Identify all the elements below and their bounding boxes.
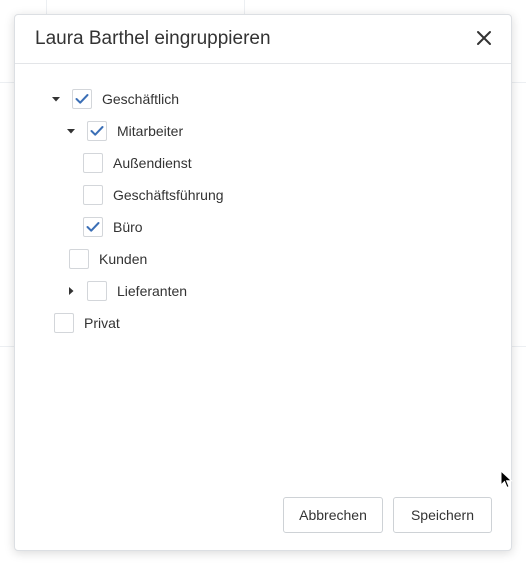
tree-item-label: Geschäftsführung (113, 187, 224, 203)
tree-item-kunden: Kunden (69, 248, 147, 270)
close-button[interactable] (473, 27, 495, 49)
caret-down-icon[interactable] (51, 94, 61, 104)
close-icon (477, 31, 491, 45)
checkmark-icon (86, 222, 100, 232)
checkbox[interactable] (83, 185, 103, 205)
checkbox[interactable] (72, 89, 92, 109)
caret-right-icon[interactable] (66, 286, 76, 296)
caret-down-icon[interactable] (66, 126, 76, 136)
tree-item-geschaeftsfuehrung: Geschäftsführung (83, 184, 224, 206)
tree-item-label: Außendienst (113, 155, 192, 171)
tree-item-lieferanten: Lieferanten (66, 280, 187, 302)
checkmark-icon (75, 94, 89, 104)
checkbox[interactable] (87, 281, 107, 301)
checkbox[interactable] (69, 249, 89, 269)
tree-item-label: Geschäftlich (102, 91, 180, 107)
tree-item-buero: Büro (83, 216, 143, 238)
background-divider (46, 0, 47, 14)
background-divider (244, 0, 245, 14)
tree-item-label: Lieferanten (117, 283, 188, 299)
tree-item-aussendienst: Außendienst (83, 152, 192, 174)
mouse-pointer-icon (500, 470, 513, 489)
tree-item-label: Kunden (99, 251, 148, 267)
tree-item-label: Mitarbeiter (117, 123, 184, 139)
tree-item-privat: Privat (54, 312, 120, 334)
checkmark-icon (90, 126, 104, 136)
dialog-header: Laura Barthel eingruppieren (15, 15, 511, 64)
tree-item-mitarbeiter: Mitarbeiter (66, 120, 183, 142)
save-button[interactable]: Speichern (393, 497, 492, 533)
checkbox[interactable] (83, 153, 103, 173)
checkbox[interactable] (83, 217, 103, 237)
checkbox[interactable] (87, 121, 107, 141)
group-assignment-dialog: Laura Barthel eingruppieren Geschäftlich… (14, 14, 512, 551)
tree-item-geschaeftlich: Geschäftlich (51, 88, 179, 110)
tree-item-label: Büro (113, 219, 143, 235)
cancel-button[interactable]: Abbrechen (283, 497, 383, 533)
dialog-title: Laura Barthel eingruppieren (35, 28, 271, 49)
checkbox[interactable] (54, 313, 74, 333)
tree-item-label: Privat (84, 315, 120, 331)
